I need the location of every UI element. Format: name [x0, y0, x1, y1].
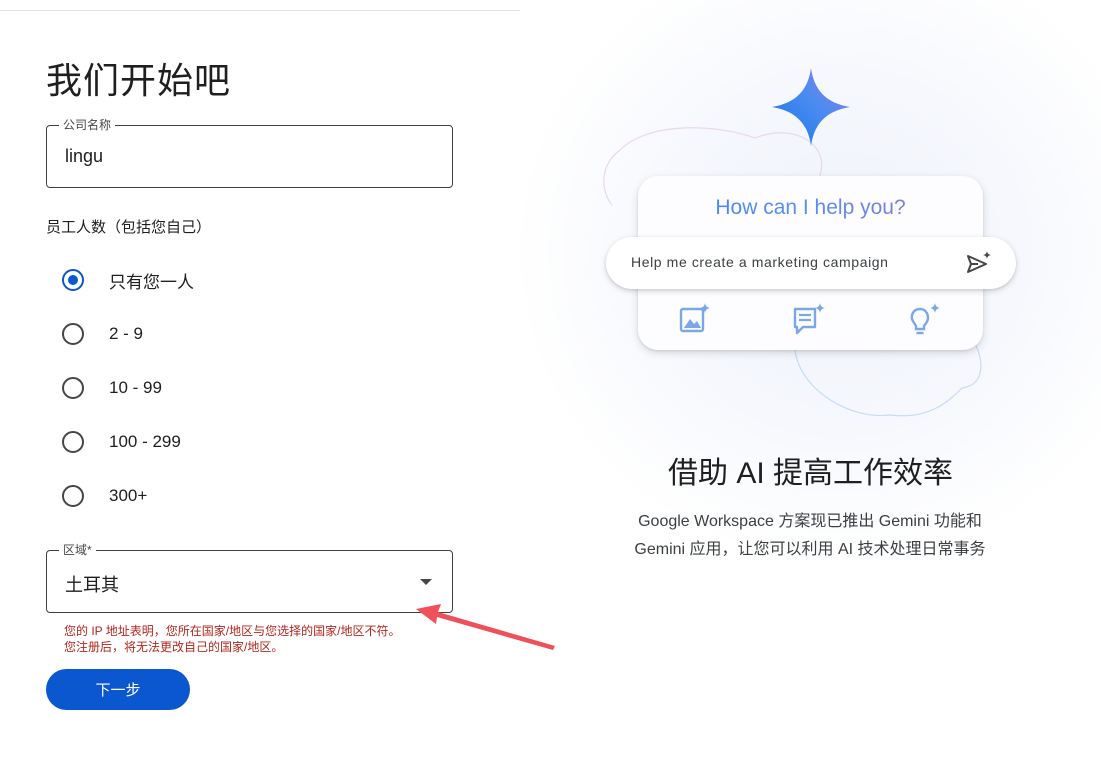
company-name-field[interactable]: 公司名称 lingu — [46, 117, 453, 188]
promo-heading: 借助 AI 提高工作效率 — [667, 457, 953, 490]
prompt-text: Help me create a marketing campaign — [631, 254, 889, 270]
prompt-input-pill: Help me create a marketing campaign — [606, 237, 1016, 289]
radio-label: 100 - 299 — [109, 432, 181, 451]
send-sparkle-icon — [967, 251, 991, 273]
company-name-label: 公司名称 — [59, 117, 116, 133]
radio-button[interactable] — [62, 485, 84, 507]
radio-option-300-plus[interactable]: 300+ — [62, 484, 147, 508]
promo-description: Google Workspace 方案现已推出 Gemini 功能和 Gemin… — [580, 508, 1040, 564]
next-button[interactable]: 下一步 — [46, 669, 190, 710]
radio-option-2-9[interactable]: 2 - 9 — [62, 322, 143, 346]
employee-count-label: 员工人数（包括您自己） — [46, 219, 212, 236]
radio-option-just-you[interactable]: 只有您一人 — [62, 268, 194, 292]
radio-option-100-299[interactable]: 100 - 299 — [62, 430, 181, 454]
region-label: 区域* — [59, 542, 96, 558]
region-select[interactable]: 区域* 土耳其 — [46, 542, 453, 613]
radio-label: 300+ — [109, 486, 148, 505]
radio-label: 只有您一人 — [109, 272, 194, 292]
radio-button-checked[interactable] — [62, 269, 84, 291]
lightbulb-sparkle-icon — [906, 301, 942, 337]
radio-label: 10 - 99 — [109, 378, 162, 397]
chat-sparkle-icon — [791, 301, 827, 337]
promo-description-line-1: Google Workspace 方案现已推出 Gemini 功能和 — [638, 513, 982, 530]
radio-label: 2 - 9 — [109, 324, 144, 343]
company-name-value[interactable]: lingu — [65, 146, 103, 167]
gemini-sparkle-icon — [772, 68, 850, 146]
radio-button[interactable] — [62, 323, 84, 345]
dropdown-arrow-icon[interactable] — [420, 579, 432, 585]
radio-button[interactable] — [62, 377, 84, 399]
region-value: 土耳其 — [65, 575, 119, 595]
card-question: How can I help you? — [638, 196, 983, 220]
image-sparkle-icon — [677, 301, 713, 337]
radio-option-10-99[interactable]: 10 - 99 — [62, 376, 162, 400]
radio-button[interactable] — [62, 431, 84, 453]
promo-description-line-2: Gemini 应用，让您可以利用 AI 技术处理日常事务 — [634, 541, 986, 558]
page-title: 我们开始吧 — [46, 60, 232, 101]
annotation-arrow-icon — [416, 604, 555, 650]
